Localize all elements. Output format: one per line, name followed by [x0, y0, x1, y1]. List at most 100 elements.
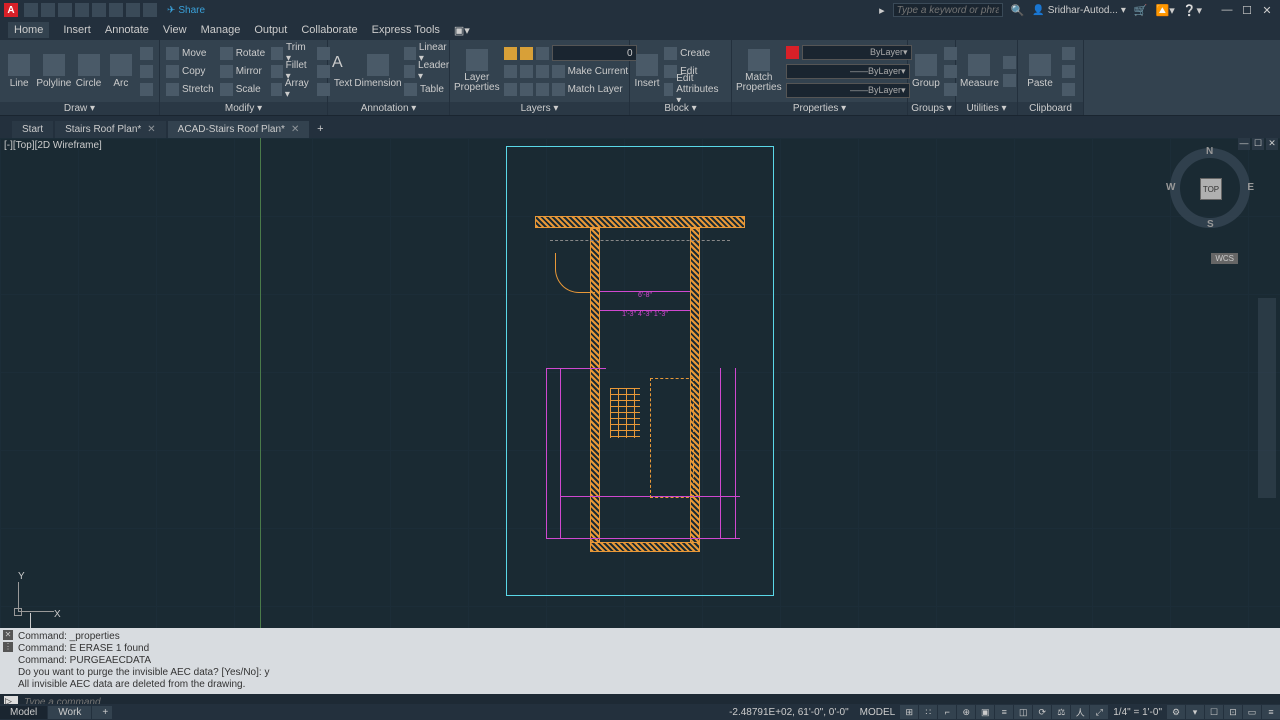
linear-button[interactable]: Linear ▾	[402, 45, 453, 62]
panel-layers-title[interactable]: Layers ▾	[450, 102, 629, 115]
edit-attr-button[interactable]: Edit Attributes ▾	[662, 81, 727, 98]
close-icon[interactable]: ✕	[1258, 3, 1276, 17]
leader-button[interactable]: Leader ▾	[402, 63, 453, 80]
menu-manage[interactable]: Manage	[201, 24, 241, 36]
tab-acad-stairs[interactable]: ACAD-Stairs Roof Plan*✕	[168, 121, 310, 138]
qat-web-icon[interactable]	[92, 3, 106, 17]
cycling-icon[interactable]: ⟳	[1033, 705, 1051, 719]
ortho-icon[interactable]: ⌐	[938, 705, 956, 719]
layout-model[interactable]: Model	[0, 706, 47, 719]
draw-misc1[interactable]	[138, 45, 155, 62]
panel-annotation-title[interactable]: Annotation ▾	[328, 102, 449, 115]
search-icon[interactable]: 🔍	[1011, 4, 1025, 17]
wcs-label[interactable]: WCS	[1211, 253, 1238, 264]
match-properties-button[interactable]: Match Properties	[736, 43, 782, 99]
clip-misc1[interactable]	[1060, 45, 1077, 62]
polyline-button[interactable]: Polyline	[36, 43, 71, 99]
circle-button[interactable]: Circle	[73, 43, 103, 99]
polar-icon[interactable]: ⊕	[957, 705, 975, 719]
util-misc2[interactable]	[1001, 72, 1018, 89]
tab-stairs[interactable]: Stairs Roof Plan*✕	[55, 121, 166, 138]
transparency-icon[interactable]: ◫	[1014, 705, 1032, 719]
maximize-icon[interactable]: ☐	[1238, 3, 1256, 17]
viewcube-e[interactable]: E	[1247, 182, 1254, 193]
draw-misc3[interactable]	[138, 81, 155, 98]
qat-save-icon[interactable]	[58, 3, 72, 17]
osnap-icon[interactable]: ▣	[976, 705, 994, 719]
mirror-button[interactable]: Mirror	[218, 63, 267, 80]
isolate-icon[interactable]: ☐	[1205, 705, 1223, 719]
snap-icon[interactable]: ∷	[919, 705, 937, 719]
menu-view[interactable]: View	[163, 24, 187, 36]
create-block-button[interactable]: Create	[662, 45, 727, 62]
menu-featured[interactable]: ▣▾	[454, 24, 470, 37]
viewcube-s[interactable]: S	[1207, 219, 1214, 230]
search-input[interactable]	[893, 3, 1003, 17]
fillet-button[interactable]: Fillet ▾	[269, 63, 313, 80]
paste-button[interactable]: Paste	[1022, 43, 1058, 99]
panel-properties-title[interactable]: Properties ▾	[732, 102, 907, 115]
app-icon[interactable]: 🔼▾	[1156, 4, 1175, 17]
status-model[interactable]: MODEL	[856, 707, 900, 718]
lineweight-selector[interactable]: —— ByLayer ▾	[784, 63, 914, 80]
group-button[interactable]: Group	[912, 43, 940, 99]
viewcube[interactable]: TOP N S W E	[1170, 148, 1250, 228]
annoscale-icon[interactable]: ⚖	[1052, 705, 1070, 719]
navigation-bar[interactable]	[1258, 298, 1276, 498]
clip-misc2[interactable]	[1060, 63, 1077, 80]
trim-button[interactable]: Trim ▾	[269, 45, 313, 62]
autoscale-icon[interactable]: ⤢	[1090, 705, 1108, 719]
search-arrow-icon[interactable]: ▸	[879, 4, 885, 17]
viewcube-n[interactable]: N	[1206, 146, 1213, 157]
minimize-icon[interactable]: —	[1218, 3, 1236, 17]
qat-new-icon[interactable]	[24, 3, 38, 17]
menu-express[interactable]: Express Tools	[372, 24, 440, 36]
grid-icon[interactable]: ⊞	[900, 705, 918, 719]
share-button[interactable]: ✈ Share	[167, 5, 205, 16]
measure-button[interactable]: Measure	[960, 43, 999, 99]
rotate-button[interactable]: Rotate	[218, 45, 267, 62]
linetype-selector[interactable]: —— ByLayer ▾	[784, 82, 914, 99]
menu-home[interactable]: Home	[8, 22, 49, 38]
help-icon[interactable]: ❔▾	[1183, 4, 1202, 17]
menu-insert[interactable]: Insert	[63, 24, 91, 36]
panel-utilities-title[interactable]: Utilities ▾	[956, 102, 1017, 115]
layer-properties-button[interactable]: Layer Properties	[454, 43, 500, 99]
qat-redo-icon[interactable]	[143, 3, 157, 17]
qat-plot-icon[interactable]	[109, 3, 123, 17]
line-button[interactable]: Line	[4, 43, 34, 99]
cmd-close-icon[interactable]: ✕	[3, 630, 13, 640]
layout-add[interactable]: +	[92, 706, 112, 719]
clip-misc3[interactable]	[1060, 81, 1077, 98]
qat-saveas-icon[interactable]	[75, 3, 89, 17]
qat-open-icon[interactable]	[41, 3, 55, 17]
draw-misc2[interactable]	[138, 63, 155, 80]
array-button[interactable]: Array ▾	[269, 81, 313, 98]
scale-button[interactable]: Scale	[218, 81, 267, 98]
viewcube-top[interactable]: TOP	[1200, 178, 1222, 200]
menu-collaborate[interactable]: Collaborate	[301, 24, 357, 36]
scale-display[interactable]: 1/4" = 1'-0"	[1109, 707, 1166, 718]
annotation-icon[interactable]: 人	[1071, 705, 1089, 719]
table-button[interactable]: Table	[402, 81, 453, 98]
menu-icon[interactable]: ≡	[1262, 705, 1280, 719]
tab-new-button[interactable]: +	[311, 120, 329, 138]
cart-icon[interactable]: 🛒	[1134, 4, 1148, 17]
viewcube-w[interactable]: W	[1166, 182, 1175, 193]
match-layer-button[interactable]: Match Layer	[502, 81, 639, 98]
panel-groups-title[interactable]: Groups ▾	[908, 102, 955, 115]
tab-start[interactable]: Start	[12, 121, 53, 138]
menu-output[interactable]: Output	[254, 24, 287, 36]
clean-icon[interactable]: ▭	[1243, 705, 1261, 719]
cmd-handle-icon[interactable]: ⋮	[3, 642, 13, 652]
dimension-button[interactable]: Dimension	[356, 43, 400, 99]
tab-close-icon[interactable]: ✕	[147, 124, 155, 135]
lineweight-icon[interactable]: ≡	[995, 705, 1013, 719]
stretch-button[interactable]: Stretch	[164, 81, 216, 98]
move-button[interactable]: Move	[164, 45, 216, 62]
insert-button[interactable]: Insert	[634, 43, 660, 99]
workspace-icon[interactable]: ▾	[1186, 705, 1204, 719]
layout-work[interactable]: Work	[48, 706, 91, 719]
drawing-canvas[interactable]: [-][Top][2D Wireframe] — ☐ ✕ 6'-8" 1'-3"…	[0, 138, 1280, 628]
tab-close-icon[interactable]: ✕	[291, 124, 299, 135]
